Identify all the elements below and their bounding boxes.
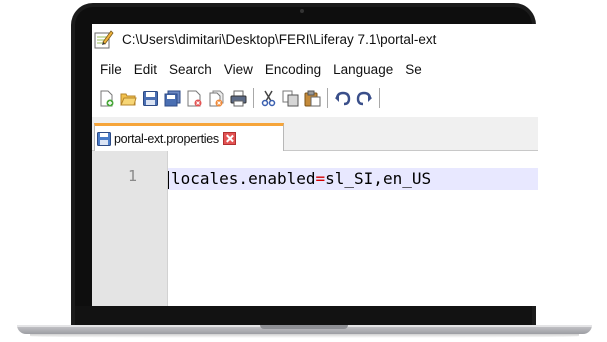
tab-portal-ext-properties[interactable]: portal-ext.properties xyxy=(94,123,284,151)
save-all-icon[interactable] xyxy=(164,90,181,107)
notepad-window: C:\Users\dimitari\Desktop\FERI\Liferay 7… xyxy=(92,24,538,306)
undo-icon[interactable] xyxy=(334,90,351,107)
tab-close-icon[interactable] xyxy=(222,132,236,145)
save-icon[interactable] xyxy=(142,90,159,107)
laptop-bezel-bottom xyxy=(75,306,532,326)
new-file-icon[interactable] xyxy=(98,90,115,107)
close-all-icon[interactable] xyxy=(208,90,225,107)
paste-icon[interactable] xyxy=(304,90,321,107)
title-bar[interactable]: C:\Users\dimitari\Desktop\FERI\Liferay 7… xyxy=(92,24,538,54)
close-icon[interactable] xyxy=(186,90,203,107)
file-save-icon xyxy=(97,131,111,146)
toolbar-separator xyxy=(327,88,328,108)
property-value: sl_SI,en_US xyxy=(325,169,432,188)
property-operator: = xyxy=(315,169,326,188)
notepadpp-icon xyxy=(94,29,114,49)
cut-icon[interactable] xyxy=(260,90,277,107)
toolbar-separator xyxy=(253,88,254,108)
menu-bar: File Edit Search View Encoding Language … xyxy=(92,58,538,80)
menu-encoding[interactable]: Encoding xyxy=(265,62,321,77)
tab-strip: portal-ext.properties xyxy=(92,117,538,151)
toolbar xyxy=(92,82,538,114)
open-folder-icon[interactable] xyxy=(120,90,137,107)
text-caret xyxy=(168,170,169,189)
redo-icon[interactable] xyxy=(356,90,373,107)
print-icon[interactable] xyxy=(230,90,247,107)
line-number: 1 xyxy=(127,167,137,185)
menu-search[interactable]: Search xyxy=(169,62,212,77)
tab-label: portal-ext.properties xyxy=(114,131,219,146)
line-number-gutter: 1 xyxy=(92,151,168,306)
property-key: locales.enabled xyxy=(171,169,316,188)
menu-file[interactable]: File xyxy=(100,62,122,77)
laptop-shadow xyxy=(30,334,579,338)
laptop-notch xyxy=(260,325,348,329)
code-line[interactable]: locales.enabled=sl_SI,en_US xyxy=(168,168,432,190)
menu-language[interactable]: Language xyxy=(333,62,393,77)
menu-view[interactable]: View xyxy=(224,62,253,77)
menu-edit[interactable]: Edit xyxy=(134,62,157,77)
copy-icon[interactable] xyxy=(282,90,299,107)
window-title: C:\Users\dimitari\Desktop\FERI\Liferay 7… xyxy=(122,31,437,47)
editor-area[interactable]: 1 locales.enabled=sl_SI,en_US xyxy=(92,151,538,306)
toolbar-separator xyxy=(379,88,380,108)
webcam xyxy=(300,9,304,13)
menu-settings-truncated[interactable]: Se xyxy=(405,62,422,77)
